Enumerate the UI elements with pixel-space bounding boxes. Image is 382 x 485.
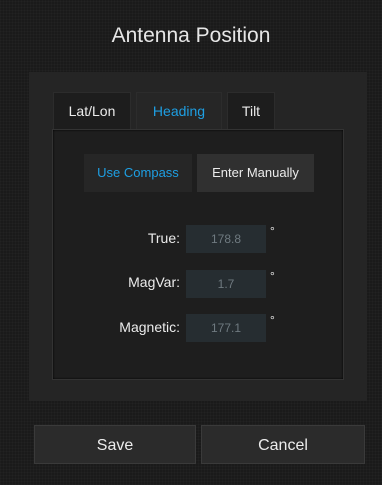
true-degree-unit: ° [270, 224, 275, 238]
use-compass-button[interactable]: Use Compass [84, 154, 192, 192]
magvar-field[interactable] [186, 270, 266, 298]
antenna-position-dialog: Antenna Position Lat/Lon Heading Tilt Us… [0, 0, 382, 485]
tab-lat-lon[interactable]: Lat/Lon [53, 92, 131, 130]
true-heading-field[interactable] [186, 225, 266, 253]
enter-manually-button[interactable]: Enter Manually [197, 154, 314, 192]
magvar-degree-unit: ° [270, 269, 275, 283]
magnetic-label: Magnetic: [119, 319, 180, 335]
dialog-title: Antenna Position [111, 24, 271, 47]
magvar-label: MagVar: [128, 274, 180, 290]
magnetic-degree-unit: ° [270, 313, 275, 327]
cancel-button[interactable]: Cancel [201, 425, 365, 464]
tab-heading[interactable]: Heading [136, 92, 222, 130]
tab-tilt[interactable]: Tilt [227, 92, 275, 130]
save-button[interactable]: Save [34, 425, 196, 464]
true-label: True: [147, 230, 180, 246]
magnetic-heading-field[interactable] [186, 314, 266, 342]
